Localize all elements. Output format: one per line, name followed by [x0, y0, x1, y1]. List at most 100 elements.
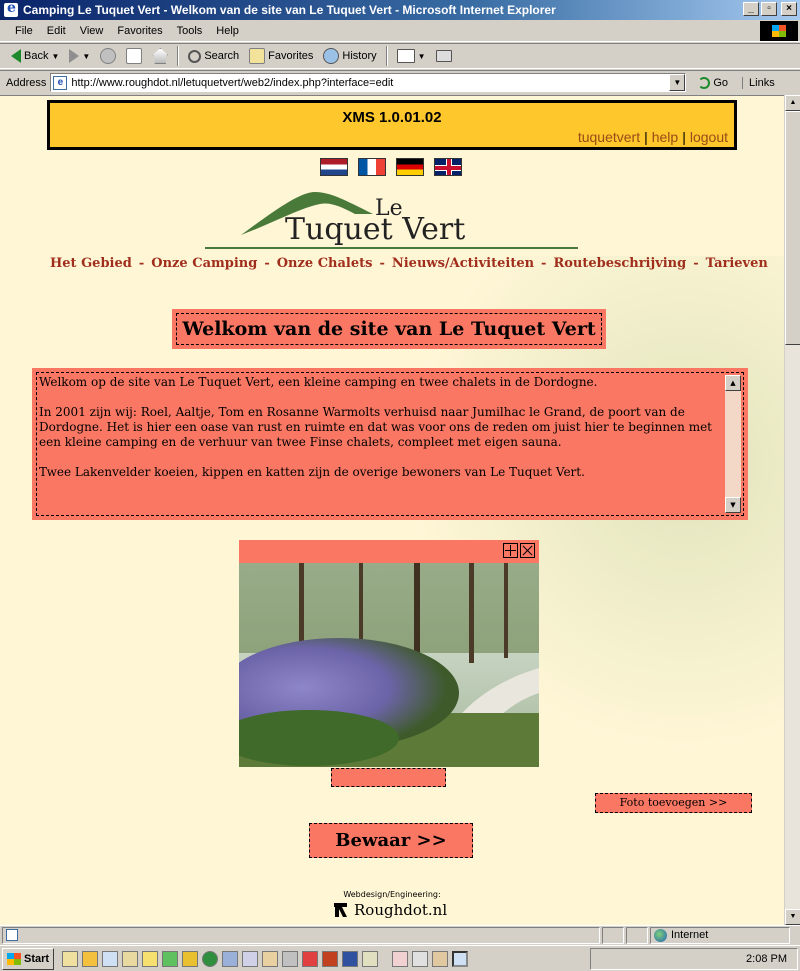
- text-edit-box[interactable]: Welkom op de site van Le Tuquet Vert, ee…: [32, 368, 748, 520]
- favorites-button[interactable]: Favorites: [244, 46, 318, 66]
- history-button[interactable]: History: [318, 46, 381, 66]
- print-button[interactable]: [431, 48, 457, 64]
- scroll-up-icon[interactable]: ▲: [785, 95, 800, 111]
- menu-tools[interactable]: Tools: [170, 23, 210, 39]
- task-button[interactable]: [432, 950, 449, 967]
- scroll-thumb[interactable]: [785, 111, 800, 345]
- nav-separator: -: [541, 256, 547, 271]
- toolbar-separator: [385, 46, 388, 66]
- chevron-down-icon[interactable]: ▼: [418, 52, 426, 61]
- delete-icon[interactable]: [520, 543, 535, 558]
- quicklaunch-icon[interactable]: [362, 950, 379, 967]
- footer-label: Webdesign/Engineering:: [343, 890, 441, 899]
- link-logout[interactable]: logout: [690, 129, 728, 145]
- flag-france-icon[interactable]: [358, 158, 386, 176]
- favorites-label: Favorites: [268, 50, 314, 62]
- quicklaunch-icon[interactable]: [102, 950, 119, 967]
- link-help[interactable]: help: [652, 129, 678, 145]
- page-heading[interactable]: Welkom van de site van Le Tuquet Vert: [176, 313, 602, 345]
- zone-label: Internet: [671, 929, 709, 941]
- footer-brand-text: Roughdot.nl: [354, 901, 448, 919]
- footer-brand[interactable]: Roughdot.nl: [332, 901, 447, 919]
- nav-nieuws-activiteiten[interactable]: Nieuws/Activiteiten: [392, 256, 534, 271]
- quicklaunch-icon[interactable]: [82, 950, 99, 967]
- status-zone: Internet: [650, 926, 790, 944]
- flag-netherlands-icon[interactable]: [320, 158, 348, 176]
- quicklaunch-icon[interactable]: [302, 950, 319, 967]
- history-label: History: [342, 50, 377, 62]
- refresh-button[interactable]: [121, 46, 147, 66]
- quicklaunch-icon[interactable]: [282, 950, 299, 967]
- quicklaunch-icon[interactable]: [122, 950, 139, 967]
- back-button[interactable]: Back ▼: [6, 47, 64, 65]
- address-field[interactable]: e http://www.roughdot.nl/letuquetvert/we…: [50, 73, 687, 92]
- chevron-down-icon[interactable]: ▼: [82, 52, 90, 61]
- quicklaunch-icon[interactable]: [322, 950, 339, 967]
- quick-launch: [62, 950, 379, 967]
- nav-onze-camping[interactable]: Onze Camping: [151, 256, 257, 271]
- menu-help[interactable]: Help: [209, 23, 246, 39]
- body-textarea[interactable]: Welkom op de site van Le Tuquet Vert, ee…: [36, 372, 744, 516]
- menu-edit[interactable]: Edit: [40, 23, 73, 39]
- nav-tarieven[interactable]: Tarieven: [706, 256, 768, 271]
- link-tuquetvert[interactable]: tuquetvert: [578, 129, 640, 145]
- heading-edit-box[interactable]: Welkom van de site van Le Tuquet Vert: [172, 309, 606, 349]
- ie-task-button[interactable]: [452, 950, 469, 967]
- nav-routebeschrijving[interactable]: Routebeschrijving: [553, 256, 686, 271]
- quicklaunch-icon[interactable]: [242, 950, 259, 967]
- textarea-scrollbar[interactable]: ▲ ▼: [725, 375, 741, 513]
- flag-germany-icon[interactable]: [396, 158, 424, 176]
- link-separator: |: [682, 129, 686, 145]
- page-viewport: XMS 1.0.01.02 tuquetvert | help | logout Le …: [0, 95, 784, 925]
- address-url[interactable]: http://www.roughdot.nl/letuquetvert/web2…: [71, 77, 393, 89]
- chevron-down-icon[interactable]: ▼: [669, 74, 686, 91]
- language-flags: [320, 158, 462, 176]
- site-logo[interactable]: Le Tuquet Vert: [205, 190, 578, 252]
- minimize-button[interactable]: _: [743, 2, 759, 16]
- add-icon[interactable]: [503, 543, 518, 558]
- home-icon: [152, 48, 169, 64]
- quicklaunch-icon[interactable]: [202, 950, 219, 967]
- page-icon: [6, 929, 18, 941]
- quicklaunch-icon[interactable]: [162, 950, 179, 967]
- mail-button[interactable]: ▼: [392, 47, 431, 65]
- add-photo-button[interactable]: Foto toevoegen >>: [595, 793, 752, 813]
- campsite-photo[interactable]: [239, 563, 539, 767]
- maximize-button[interactable]: ▫: [761, 2, 777, 16]
- quicklaunch-icon[interactable]: [342, 950, 359, 967]
- photo-caption-field[interactable]: [331, 768, 446, 787]
- close-button[interactable]: ×: [781, 2, 797, 16]
- chevron-down-icon[interactable]: ▼: [51, 52, 59, 61]
- quicklaunch-icon[interactable]: [182, 950, 199, 967]
- menu-file[interactable]: File: [8, 23, 40, 39]
- page-scrollbar[interactable]: ▲ ▼: [784, 95, 800, 925]
- search-button[interactable]: Search: [183, 48, 244, 65]
- forward-button[interactable]: ▼: [64, 47, 95, 65]
- scroll-down-icon[interactable]: ▼: [725, 497, 741, 513]
- folder-icon[interactable]: [142, 950, 159, 967]
- links-button[interactable]: Links: [742, 76, 775, 89]
- window-controls: _ ▫ ×: [743, 2, 797, 16]
- task-button[interactable]: [392, 950, 409, 967]
- clock[interactable]: 2:08 PM: [746, 953, 787, 965]
- go-button[interactable]: Go: [694, 76, 732, 89]
- nav-het-gebied[interactable]: Het Gebied: [50, 256, 132, 271]
- stop-button[interactable]: [95, 46, 121, 66]
- task-button[interactable]: [412, 950, 429, 967]
- scroll-up-icon[interactable]: ▲: [725, 375, 741, 391]
- internet-globe-icon: [654, 928, 667, 942]
- quicklaunch-icon[interactable]: [62, 950, 79, 967]
- menu-favorites[interactable]: Favorites: [110, 23, 169, 39]
- flag-uk-icon[interactable]: [434, 158, 462, 176]
- scroll-down-icon[interactable]: ▼: [785, 909, 800, 925]
- start-button[interactable]: Start: [2, 947, 55, 970]
- save-button[interactable]: Bewaar >>: [309, 823, 473, 858]
- quicklaunch-icon[interactable]: [262, 950, 279, 967]
- quicklaunch-icon[interactable]: [222, 950, 239, 967]
- xms-header: XMS 1.0.01.02 tuquetvert | help | logout: [47, 100, 737, 150]
- go-label: Go: [713, 76, 729, 89]
- nav-onze-chalets[interactable]: Onze Chalets: [277, 256, 373, 271]
- menu-view[interactable]: View: [73, 23, 111, 39]
- home-button[interactable]: [147, 46, 173, 66]
- windows-logo-icon: [760, 21, 798, 41]
